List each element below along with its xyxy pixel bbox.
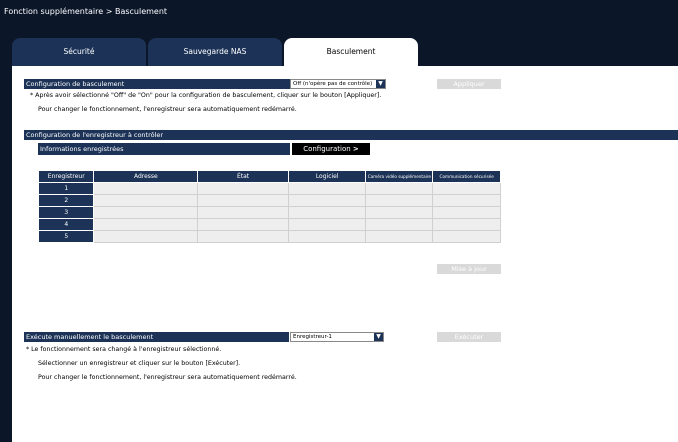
main-panel: Configuration de basculement Off (n'opèr… — [12, 66, 678, 442]
table-row[interactable]: 4 — [37, 218, 501, 231]
configuration-button[interactable]: Configuration > — [292, 143, 370, 155]
execute-button[interactable]: Exécuter — [437, 332, 501, 342]
column-header: Caméra vidéo supplémentaire — [365, 170, 434, 183]
update-button[interactable]: Mise à jour — [437, 264, 501, 274]
manual-note-2: Sélectionner un enregistreur et cliquer … — [38, 360, 241, 367]
manual-failover-label: Exécute manuellement le basculement — [24, 332, 289, 342]
row-number: 5 — [37, 230, 95, 243]
chevron-down-icon: ▼ — [374, 333, 383, 341]
table-row[interactable]: 3 — [37, 206, 501, 219]
configuration-button-label: Configuration — [303, 145, 351, 153]
manual-note-3: Pour changer le fonctionnement, l'enregi… — [38, 374, 297, 381]
column-header: État — [197, 170, 289, 183]
failover-select-value: Off (n'opère pas de contrôle) — [293, 81, 373, 87]
column-header: Communication sécurisée — [432, 170, 501, 183]
manual-note-1: * Le fonctionnement sera changé à l'enre… — [26, 346, 222, 353]
table-row[interactable]: 5 — [37, 230, 501, 243]
recorder-config-label: Configuration de l'enregistreur à contrô… — [24, 130, 678, 140]
row-number: 2 — [37, 194, 95, 207]
apply-button[interactable]: Appliquer — [437, 79, 501, 89]
column-header: Adresse — [93, 170, 199, 183]
tab-securite[interactable]: Sécurité — [12, 38, 146, 66]
failover-select[interactable]: Off (n'opère pas de contrôle) ▼ — [290, 79, 386, 89]
column-header: Logiciel — [287, 170, 367, 183]
tab-sauvegarde-nas[interactable]: Sauvegarde NAS — [148, 38, 282, 66]
failover-note-1: * Après avoir sélectionné "Off" de "On" … — [30, 92, 382, 99]
recorder-table: Enregistreur Adresse État Logiciel Camér… — [37, 170, 501, 243]
row-number: 1 — [37, 182, 95, 195]
tab-basculement[interactable]: Basculement — [284, 38, 418, 66]
chevron-down-icon: ▼ — [376, 80, 385, 88]
recorder-select[interactable]: Enregistreur-1 ▼ — [290, 332, 384, 342]
failover-note-2: Pour changer le fonctionnement, l'enregi… — [38, 106, 297, 113]
table-row[interactable]: 1 — [37, 182, 501, 195]
row-number: 4 — [37, 218, 95, 231]
page-title: Fonction supplémentaire > Basculement — [0, 0, 678, 24]
column-header: Enregistreur — [37, 170, 95, 183]
chevron-right-icon: > — [352, 145, 359, 153]
table-row[interactable]: 2 — [37, 194, 501, 207]
registered-info-label: Informations enregistrées — [38, 143, 290, 155]
recorder-select-value: Enregistreur-1 — [293, 334, 332, 340]
row-number: 3 — [37, 206, 95, 219]
failover-config-label: Configuration de basculement — [24, 79, 299, 89]
tab-bar: Sécurité Sauvegarde NAS Basculement — [12, 38, 666, 66]
